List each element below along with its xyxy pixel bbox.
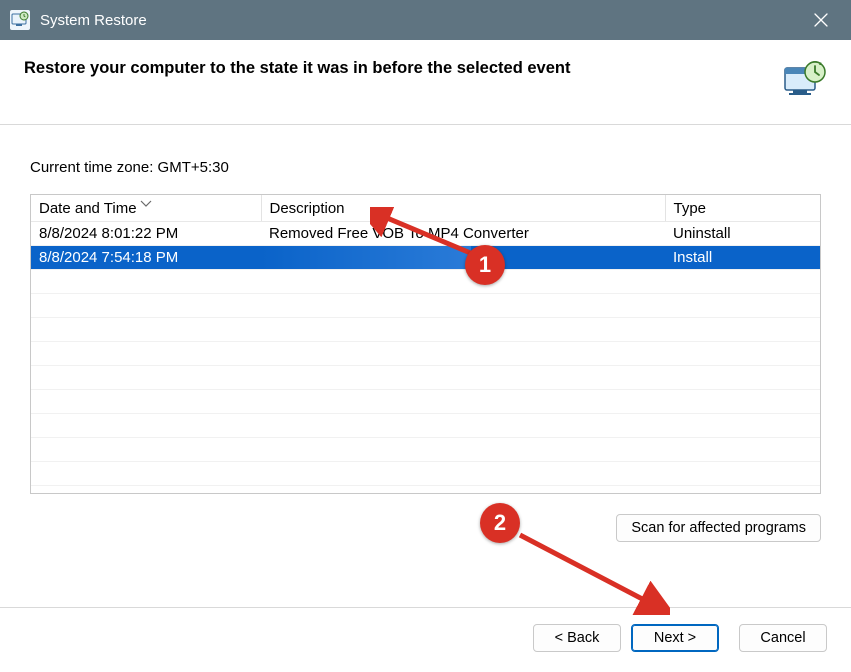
cell-type: Install <box>665 246 820 270</box>
column-header-label: Type <box>674 200 707 217</box>
annotation-callout-1: 1 <box>465 245 505 285</box>
back-button[interactable]: < Back <box>533 624 621 652</box>
close-button[interactable] <box>801 0 841 40</box>
timezone-label: Current time zone: GMT+5:30 <box>30 159 821 176</box>
table-row-empty <box>31 390 820 414</box>
sort-descending-icon <box>140 194 152 211</box>
table-row-empty <box>31 438 820 462</box>
column-header-label: Description <box>270 200 345 217</box>
table-row-empty <box>31 366 820 390</box>
table-row-empty <box>31 318 820 342</box>
table-row-empty <box>31 414 820 438</box>
column-header-datetime[interactable]: Date and Time <box>31 195 261 222</box>
cell-type: Uninstall <box>665 222 820 246</box>
table-row-empty <box>31 462 820 486</box>
system-restore-icon <box>10 10 30 30</box>
table-row-empty <box>31 342 820 366</box>
titlebar: System Restore <box>0 0 851 40</box>
wizard-content: Current time zone: GMT+5:30 Date and Tim… <box>0 125 851 607</box>
wizard-footer: < Back Next > Cancel <box>0 607 851 672</box>
cancel-button[interactable]: Cancel <box>739 624 827 652</box>
system-restore-window: System Restore Restore your computer to … <box>0 0 851 672</box>
restore-monitor-icon <box>783 58 827 102</box>
column-header-label: Date and Time <box>39 200 137 217</box>
wizard-heading: Restore your computer to the state it wa… <box>24 58 771 79</box>
annotation-callout-2: 2 <box>480 503 520 543</box>
column-header-type[interactable]: Type <box>665 195 820 222</box>
wizard-header: Restore your computer to the state it wa… <box>0 40 851 125</box>
window-title: System Restore <box>40 12 801 29</box>
table-row-empty <box>31 270 820 294</box>
close-icon <box>814 13 828 27</box>
cell-datetime: 8/8/2024 7:54:18 PM <box>31 246 261 270</box>
table-row-empty <box>31 294 820 318</box>
scan-row: Scan for affected programs <box>30 514 821 542</box>
cell-datetime: 8/8/2024 8:01:22 PM <box>31 222 261 246</box>
annotation-arrow-2 <box>510 525 670 615</box>
next-button[interactable]: Next > <box>631 624 719 652</box>
